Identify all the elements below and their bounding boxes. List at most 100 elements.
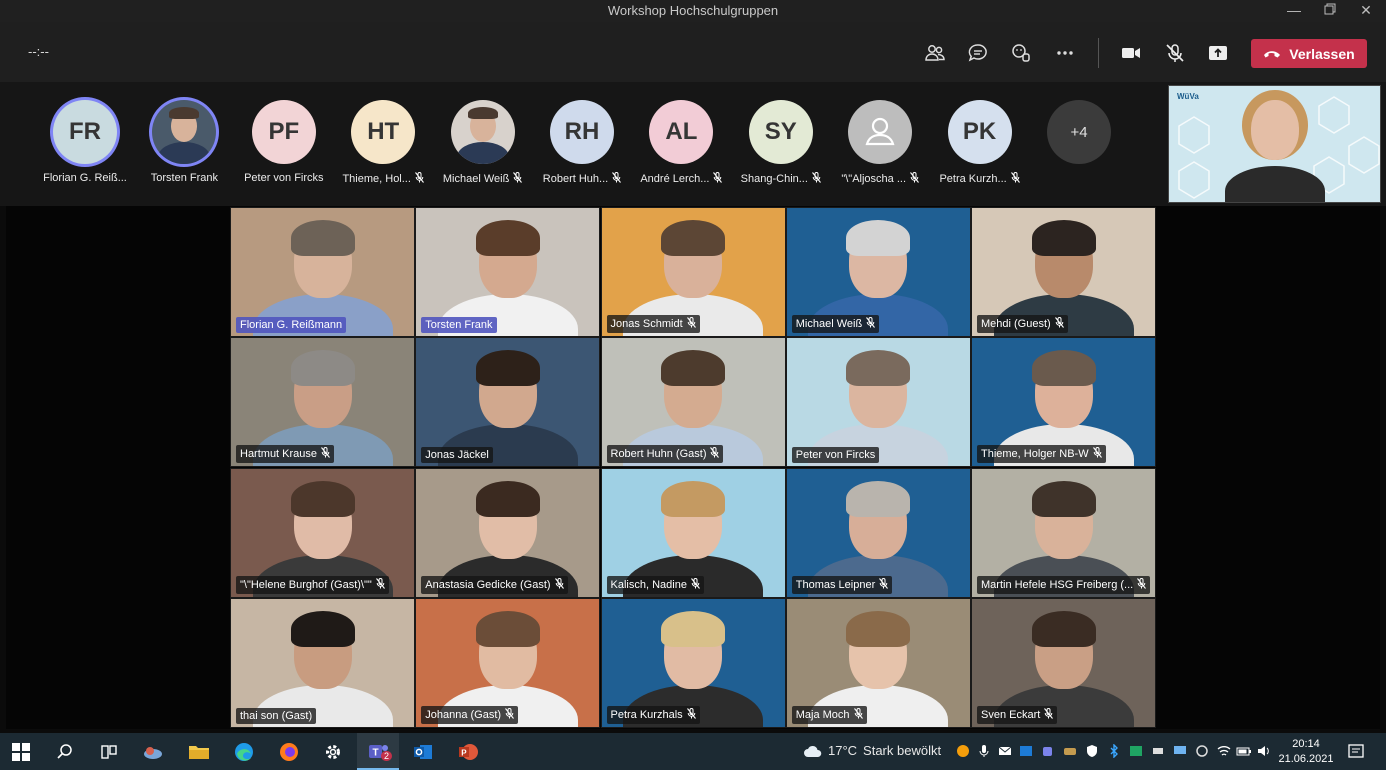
participant-hair	[290, 480, 355, 517]
video-tile-label: Mehdi (Guest)	[977, 315, 1068, 333]
video-tile[interactable]: Petra Kurzhals	[600, 597, 786, 728]
strip-participant[interactable]: Torsten Frank	[135, 82, 233, 206]
strip-participant[interactable]: "\"Aljoscha ...	[831, 82, 929, 206]
task-view-button[interactable]	[96, 739, 122, 765]
strip-participant[interactable]: PK Petra Kurzh...	[931, 82, 1029, 206]
notification-center-button[interactable]	[1348, 744, 1364, 760]
tray-green-app-icon[interactable]	[1128, 743, 1144, 759]
reactions-button[interactable]	[1006, 38, 1036, 68]
toolbar-divider	[1098, 38, 1099, 68]
video-tile-label: Hartmut Krause	[236, 445, 335, 464]
chat-button[interactable]	[963, 38, 993, 68]
tray-sync-icon[interactable]	[1194, 743, 1210, 759]
strip-participant[interactable]: SY Shang-Chin...	[732, 82, 830, 206]
video-tile[interactable]: Jonas Jäckel	[415, 337, 601, 468]
tray-display-icon[interactable]	[1172, 743, 1188, 759]
strip-participant[interactable]: RH Robert Huh...	[533, 82, 631, 206]
search-button[interactable]	[52, 739, 78, 765]
wifi-icon[interactable]	[1216, 743, 1232, 759]
mic-button[interactable]	[1160, 38, 1190, 68]
mic-off-icon	[513, 172, 523, 186]
video-tile[interactable]: Michael Weiß	[785, 207, 971, 337]
video-tile[interactable]: Thomas Leipner	[785, 467, 971, 598]
video-tile[interactable]: Sven Eckart	[971, 597, 1156, 728]
file-explorer-button[interactable]	[186, 739, 212, 765]
video-tile[interactable]: thai son (Gast)	[230, 597, 415, 728]
tray-teams-icon[interactable]	[1040, 743, 1056, 759]
close-window-button[interactable]: ✕	[1348, 0, 1384, 22]
video-tile[interactable]: Thieme, Holger NB-W	[971, 337, 1156, 468]
more-actions-button[interactable]	[1050, 38, 1080, 68]
video-tile[interactable]: Torsten Frank	[415, 207, 601, 337]
video-tile[interactable]: Johanna (Gast)	[415, 597, 601, 728]
video-tile-label: Sven Eckart	[977, 705, 1058, 724]
participant-hair	[475, 610, 540, 647]
video-tile[interactable]: Anastasia Gedicke (Gast)	[415, 467, 601, 598]
app-icon-cloud[interactable]	[140, 739, 166, 765]
participant-hair	[290, 350, 355, 387]
cloud-icon	[804, 745, 822, 757]
tray-print-icon[interactable]	[1150, 743, 1166, 759]
tray-storage-icon[interactable]	[1062, 743, 1078, 759]
teams-notification-badge: 2	[381, 751, 393, 761]
volume-icon[interactable]	[1256, 743, 1272, 759]
participant-name: André Lerch...	[626, 172, 736, 186]
powerpoint-button[interactable]: P	[455, 739, 481, 765]
mic-off-icon	[686, 317, 696, 331]
settings-button[interactable]	[320, 739, 346, 765]
video-tile[interactable]: Kalisch, Nadine	[600, 467, 786, 598]
avatar-initials: FR	[69, 118, 101, 145]
video-tile[interactable]: Martin Hefele HSG Freiberg (...	[971, 467, 1156, 598]
video-tile-name: thai son (Gast)	[240, 709, 313, 722]
participant-avatar	[848, 100, 913, 164]
participant-name-text: Thieme, Hol...	[342, 172, 411, 185]
outlook-button[interactable]	[410, 739, 436, 765]
avatar-photo	[451, 100, 515, 164]
video-tile[interactable]: Florian G. Reißmann	[230, 207, 415, 337]
participant-hair	[661, 220, 725, 256]
video-tile[interactable]: Peter von Fircks	[785, 337, 971, 468]
self-video-preview[interactable]: WüVa	[1168, 85, 1381, 203]
video-tile[interactable]: Jonas Schmidt	[600, 207, 786, 337]
mic-off-icon	[1166, 44, 1184, 62]
video-tile[interactable]: Mehdi (Guest)	[971, 207, 1156, 337]
video-tile-name: Jonas Schmidt	[610, 317, 683, 330]
strip-participant[interactable]: Michael Weiß	[434, 82, 532, 206]
strip-participant[interactable]: HT Thieme, Hol...	[334, 82, 432, 206]
video-tile[interactable]: Robert Huhn (Gast)	[600, 337, 786, 468]
avatar-photo	[152, 100, 216, 164]
edge-button[interactable]	[231, 739, 257, 765]
strip-participant[interactable]: AL André Lerch...	[632, 82, 730, 206]
teams-button[interactable]: T 2	[365, 739, 393, 765]
camera-button[interactable]	[1116, 38, 1146, 68]
restore-button[interactable]	[1312, 0, 1348, 22]
participant-name-text: Michael Weiß	[442, 172, 510, 185]
tray-shield-icon[interactable]	[1084, 743, 1100, 759]
video-tile[interactable]: Hartmut Krause	[230, 337, 415, 468]
selfview-face	[1251, 100, 1299, 160]
minimize-button[interactable]: —	[1276, 0, 1312, 22]
strip-participant[interactable]: FR Florian G. Reiß...	[36, 82, 134, 206]
hand-icon	[1012, 44, 1030, 62]
participants-button[interactable]	[920, 38, 950, 68]
share-button[interactable]	[1203, 38, 1233, 68]
video-tile[interactable]: "\"Helene Burghof (Gast)\""	[230, 467, 415, 598]
search-icon	[57, 744, 72, 759]
video-tile[interactable]: Maja Moch	[785, 597, 971, 728]
leave-button[interactable]: Verlassen	[1251, 39, 1367, 68]
tray-mic-icon[interactable]	[976, 743, 992, 759]
battery-icon[interactable]	[1236, 743, 1252, 759]
start-button[interactable]	[8, 739, 34, 765]
system-clock[interactable]: 20:14 21.06.2021	[1276, 737, 1336, 767]
more-participants-button[interactable]: +4	[1047, 100, 1111, 164]
weather-widget[interactable]: 17°C Stark bewölkt	[804, 743, 941, 758]
tray-mail-icon[interactable]	[997, 743, 1013, 759]
participant-hair	[846, 220, 911, 256]
tray-outlook-icon[interactable]	[1018, 743, 1034, 759]
firefox-button[interactable]	[276, 739, 302, 765]
strip-participant[interactable]: PF Peter von Fircks	[235, 82, 333, 206]
tray-orange-icon[interactable]	[955, 743, 971, 759]
video-tile-name: Michael Weiß	[795, 317, 863, 330]
windows-taskbar: T 2 P 17°C Stark bewölkt 20:14 21.06.202…	[0, 733, 1386, 770]
tray-bluetooth-icon[interactable]	[1106, 743, 1122, 759]
